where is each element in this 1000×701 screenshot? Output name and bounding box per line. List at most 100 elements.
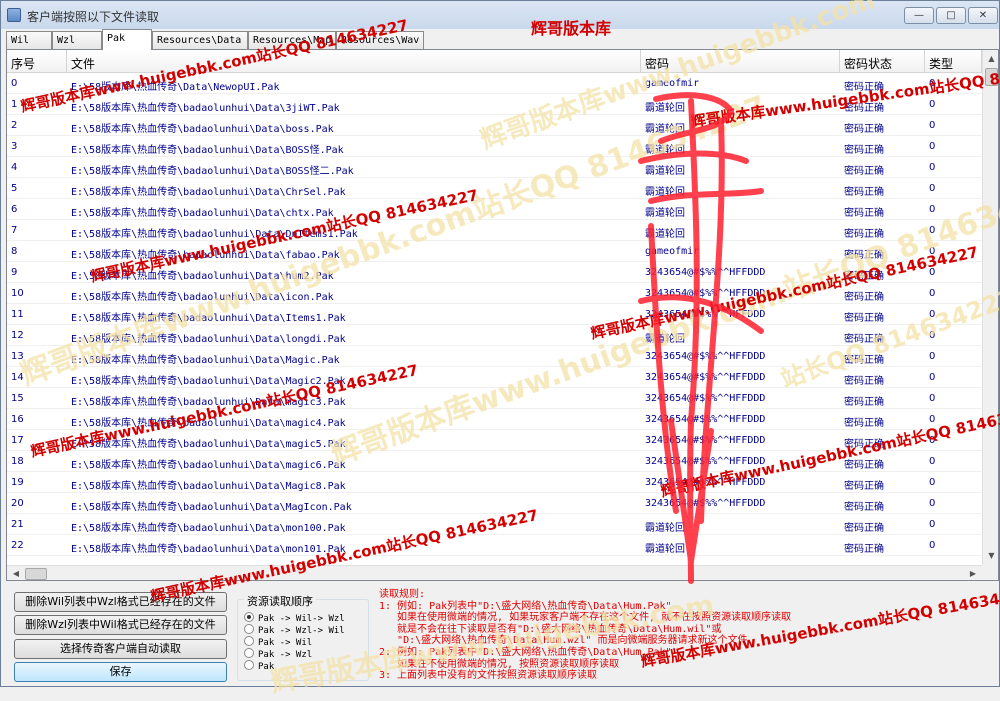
table-row[interactable]: 11 E:\58版本库\热血传奇\badaolunhui\Data\Items1.… [7,304,982,325]
tab-wzl[interactable]: Wzl [52,31,102,49]
table-row[interactable]: 7 E:\58版本库\热血传奇\badaolunhui\Data\DnItems1… [7,220,982,241]
cell-index: 18 [11,456,24,467]
table-row[interactable]: 21 E:\58版本库\热血传奇\badaolunhui\Data\mon100.… [7,514,982,535]
table-row[interactable]: 17 E:\58版本库\热血传奇\badaolunhui\Data\magic5.… [7,430,982,451]
scroll-down-icon[interactable]: ▼ [984,548,998,564]
resource-order-option-2[interactable]: Pak -> Wzl-> Wil [244,624,345,636]
scroll-right-icon[interactable]: ▶ [965,566,981,580]
column-header-index[interactable]: 序号 [7,50,67,73]
radio-icon[interactable] [244,660,254,670]
column-header-password[interactable]: 密码 [641,50,840,73]
cell-password: 霸道轮回 [645,145,685,156]
cell-type: 0 [929,225,936,236]
cell-index: 16 [11,414,24,425]
rule-line: 就是不会在往下读取是否有"D:\盛大网络\热血传奇\Data\Hum.wil"或 [379,623,722,635]
delete-wzl-duplicates-button[interactable]: 删除Wzl列表中Wil格式已经存在的文件 [14,615,227,635]
scroll-up-icon[interactable]: ▲ [984,51,998,67]
table-row[interactable]: 22 E:\58版本库\热血传奇\badaolunhui\Data\mon101.… [7,535,982,556]
tab-resources-wav[interactable]: Resources\Wav [336,31,424,49]
resource-order-option-3[interactable]: Pak -> Wil [244,636,312,648]
table-row[interactable]: 4 E:\58版本库\热血传奇\badaolunhui\Data\BOSS怪二.P… [7,157,982,178]
cell-password: 3243654@#$%%^^HFFDDD [645,351,766,362]
table-row[interactable]: 20 E:\58版本库\热血传奇\badaolunhui\Data\MagIcon… [7,493,982,514]
radio-icon[interactable] [244,648,254,658]
radio-icon[interactable] [244,624,254,634]
table-row[interactable]: 6 E:\58版本库\热血传奇\badaolunhui\Data\chtx.Pak… [7,199,982,220]
table-row[interactable]: 2 E:\58版本库\热血传奇\badaolunhui\Data\boss.Pak… [7,115,982,136]
cell-status: 密码正确 [844,292,884,303]
rule-line: 如果在不使用微端的情况, 按照资源读取顺序读取 [379,658,620,670]
scrollbar-corner [982,565,998,580]
cell-password: 霸道轮回 [645,166,685,177]
tab-strip: Wil Wzl Pak Resources\Data Resources\Map… [6,29,996,50]
table-row[interactable]: 14 E:\58版本库\热血传奇\badaolunhui\Data\Magic2.… [7,367,982,388]
tab-pak[interactable]: Pak [102,29,152,50]
cell-password: 3243654@#$%%^^HFFDDD [645,498,766,509]
vertical-scrollbar[interactable]: ▲ ▼ [982,50,998,565]
table-row[interactable]: 8 E:\58版本库\热血传奇\badaolunhui\Data\fabao.Pa… [7,241,982,262]
cell-index: 5 [11,183,18,194]
table-row[interactable]: 18 E:\58版本库\热血传奇\badaolunhui\Data\magic6.… [7,451,982,472]
table-row[interactable]: 16 E:\58版本库\热血传奇\badaolunhui\Data\magic4.… [7,409,982,430]
column-header-type[interactable]: 类型 [925,50,982,73]
cell-file: E:\58版本库\热血传奇\badaolunhui\Data\magic5.Pa… [71,439,346,450]
cell-password: 3243654@#$%%^^HFFDDD [645,477,766,488]
minimize-button[interactable]: — [904,7,934,24]
cell-password: gameofmir [645,246,700,257]
app-window: 客户端按照以下文件读取 — □ ✕ Wil Wzl Pak Resources\… [0,0,1000,699]
table-row[interactable]: 15 E:\58版本库\热血传奇\badaolunhui\Data\magic3.… [7,388,982,409]
delete-wil-duplicates-button[interactable]: 删除Wil列表中Wzl格式已经存在的文件 [14,592,227,612]
table-row[interactable]: 1 E:\58版本库\热血传奇\badaolunhui\Data\3jiWT.Pa… [7,94,982,115]
cell-type: 0 [929,162,936,173]
cell-type: 0 [929,267,936,278]
tab-resources-data[interactable]: Resources\Data [152,31,248,49]
table-row[interactable]: 13 E:\58版本库\热血传奇\badaolunhui\Data\Magic.P… [7,346,982,367]
rule-line: 1: 例如: Pak列表中"D:\盛大网络\热血传奇\Data\Hum.Pak" [379,600,672,612]
table-row[interactable]: 9 E:\58版本库\热血传奇\badaolunhui\Data\hum2.Pak… [7,262,982,283]
cell-index: 8 [11,246,18,257]
cell-password: 霸道轮回 [645,334,685,345]
cell-file: E:\58版本库\热血传奇\badaolunhui\Data\MagIcon.P… [71,502,352,513]
horizontal-scroll-thumb[interactable] [25,568,47,580]
cell-type: 0 [929,519,936,530]
cell-file: E:\58版本库\热血传奇\badaolunhui\Data\Magic8.Pa… [71,481,346,492]
resource-order-option-1[interactable]: Pak -> Wil-> Wzl [244,612,345,624]
cell-file: E:\58版本库\热血传奇\Data\NewopUI.Pak [71,82,280,93]
vertical-scroll-thumb[interactable] [985,68,998,86]
table-row[interactable]: 0 E:\58版本库\热血传奇\Data\NewopUI.Pak gameofmir… [7,73,982,94]
cell-status: 密码正确 [844,439,884,450]
maximize-button[interactable]: □ [936,7,966,24]
column-header-status[interactable]: 密码状态 [840,50,925,73]
tab-wil[interactable]: Wil [6,31,52,49]
table-row[interactable]: 5 E:\58版本库\热血传奇\badaolunhui\Data\ChrSel.P… [7,178,982,199]
auto-read-client-button[interactable]: 选择传奇客户端自动读取 [14,639,227,659]
cell-file: E:\58版本库\热血传奇\badaolunhui\Data\3jiWT.Pak [71,103,340,114]
radio-icon[interactable] [244,636,254,646]
resource-order-option-4[interactable]: Pak -> Wzl [244,648,312,660]
cell-status: 密码正确 [844,187,884,198]
close-button[interactable]: ✕ [968,7,998,24]
table-row[interactable]: 3 E:\58版本库\热血传奇\badaolunhui\Data\BOSS怪.Pa… [7,136,982,157]
horizontal-scrollbar[interactable]: ◀ ▶ [7,565,982,580]
table-row[interactable]: 12 E:\58版本库\热血传奇\badaolunhui\Data\longdi.… [7,325,982,346]
cell-status: 密码正确 [844,166,884,177]
cell-password: 3243654@#$%%^^HFFDDD [645,435,766,446]
cell-status: 密码正确 [844,502,884,513]
cell-index: 17 [11,435,24,446]
tab-resources-map[interactable]: Resources\Map [248,31,336,49]
cell-status: 密码正确 [844,271,884,282]
rule-line: "D:\盛大网络\热血传奇\Data\Hum.wzl" 而是向微端服务器请求新这… [379,635,748,647]
save-button[interactable]: 保存 [14,662,227,682]
cell-index: 1 [11,99,18,110]
cell-index: 11 [11,309,24,320]
table-row[interactable]: 19 E:\58版本库\热血传奇\badaolunhui\Data\Magic8.… [7,472,982,493]
radio-selected-icon[interactable] [244,612,254,622]
cell-type: 0 [929,540,936,551]
column-header-file[interactable]: 文件 [67,50,641,73]
cell-file: E:\58版本库\热血传奇\badaolunhui\Data\mon101.Pa… [71,544,346,555]
scroll-left-icon[interactable]: ◀ [8,566,24,580]
cell-index: 15 [11,393,24,404]
table-row[interactable]: 10 E:\58版本库\热血传奇\badaolunhui\Data\icon.Pa… [7,283,982,304]
resource-order-option-5[interactable]: Pak [244,660,274,672]
cell-file: E:\58版本库\热血传奇\badaolunhui\Data\Magic.Pak [71,355,340,366]
